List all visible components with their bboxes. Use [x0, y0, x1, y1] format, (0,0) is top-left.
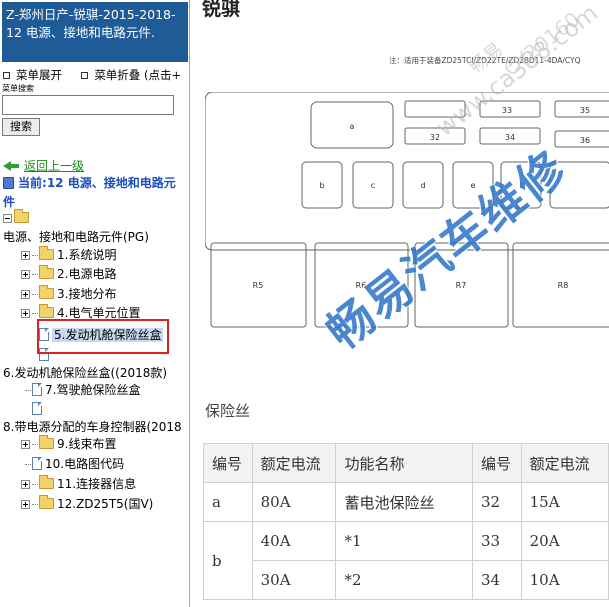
table-row: 30A *2 34 10A	[204, 560, 609, 600]
table-row: a 80A 蓄电池保险丝 32 15A	[203, 482, 609, 522]
highlight-box	[37, 319, 169, 354]
fuse-section-label: 保险丝	[205, 402, 251, 420]
tree-item[interactable]: 8.带电源分配的车身控制器(2018	[3, 418, 182, 436]
search-button[interactable]: 搜索	[2, 118, 40, 136]
svg-text:a: a	[350, 122, 355, 131]
search-input[interactable]	[2, 95, 174, 115]
menu-expand-link[interactable]: 菜单展开	[16, 68, 62, 82]
document-icon	[32, 402, 42, 415]
table-header-row: 编号 额定电流 功能名称 编号 额定电流	[203, 443, 609, 483]
table-header: 功能名称	[335, 443, 474, 483]
folder-icon	[39, 265, 54, 279]
folder-icon	[39, 246, 54, 260]
nav-frame: Z-郑州日产-锐骐-2015-2018- 12 电源、接地和电路元件. 菜单展开…	[0, 0, 190, 607]
expand-icon[interactable]	[21, 440, 30, 449]
collapse-icon[interactable]	[3, 214, 12, 223]
folder-icon	[39, 475, 54, 489]
computer-icon	[3, 177, 14, 189]
doc-heading: 锐骐	[202, 0, 241, 20]
tree-root-node[interactable]	[3, 209, 32, 227]
svg-text:b: b	[319, 181, 324, 190]
tree-item[interactable]: 11.连接器信息	[21, 475, 136, 493]
svg-text:36: 36	[580, 136, 590, 145]
back-arrow-icon	[3, 161, 20, 171]
tree-item[interactable]: 6.发动机舱保险丝盒((2018款)	[3, 364, 167, 382]
svg-text:R5: R5	[253, 281, 264, 290]
folder-icon	[14, 209, 29, 223]
tree-item[interactable]: 3.接地分布	[21, 285, 116, 303]
document-frame: 锐骐 注：适用于装备ZD25TCI/ZD22TE/ZD28D11-4DA/CYQ	[191, 0, 609, 607]
tree-item[interactable]: 7.驾驶舱保险丝盒	[25, 381, 140, 399]
svg-text:33: 33	[502, 106, 512, 115]
tree-item[interactable]: 12.ZD25T5(国V)	[21, 495, 153, 513]
document-icon	[32, 383, 42, 396]
expand-icon[interactable]	[21, 309, 30, 318]
table-header: 额定电流	[520, 443, 609, 483]
expand-icon[interactable]	[21, 290, 30, 299]
document-icon	[32, 457, 42, 470]
folder-icon	[39, 435, 54, 449]
folder-icon	[39, 304, 54, 318]
svg-text:35: 35	[580, 106, 590, 115]
folder-icon	[39, 285, 54, 299]
svg-text:32: 32	[430, 133, 440, 142]
tree-item[interactable]: 1.系统说明	[21, 246, 116, 264]
svg-text:R7: R7	[456, 281, 467, 290]
svg-text:R8: R8	[558, 281, 569, 290]
menu-toggle-bar: 菜单展开 菜单折叠 (点击+	[3, 67, 189, 83]
expand-icon[interactable]	[21, 500, 30, 509]
folder-icon	[39, 495, 54, 509]
menu-hint: (点击+	[143, 68, 182, 82]
tree-item[interactable]: 9.线束布置	[21, 435, 116, 453]
menu-collapse-icon[interactable]	[81, 72, 89, 79]
nav-title: Z-郑州日产-锐骐-2015-2018- 12 电源、接地和电路元件.	[2, 2, 188, 62]
svg-text:34: 34	[505, 133, 515, 142]
table-row: b 40A *1 33 20A	[203, 521, 609, 600]
current-location: 当前:12 电源、接地和电路元件	[3, 176, 176, 209]
table-header: 编号	[203, 443, 253, 483]
tree-root-label[interactable]: 电源、接地和电路元件(PG)	[3, 228, 149, 246]
tree-item[interactable]: 2.电源电路	[21, 265, 116, 283]
back-link[interactable]: 返回上一级	[3, 157, 84, 174]
menu-expand-icon[interactable]	[3, 72, 10, 79]
expand-icon[interactable]	[21, 480, 30, 489]
expand-icon[interactable]	[21, 251, 30, 260]
table-header: 编号	[472, 443, 522, 483]
fuse-table: 编号 额定电流 功能名称 编号 额定电流 a 80A 蓄电池保险丝 32 15A…	[203, 443, 609, 600]
expand-icon[interactable]	[21, 270, 30, 279]
tree-item-empty[interactable]	[32, 400, 45, 418]
tree-item[interactable]: 10.电路图代码	[25, 455, 124, 473]
table-header: 额定电流	[251, 443, 337, 483]
menu-collapse-link[interactable]: 菜单折叠	[94, 68, 140, 82]
svg-text:d: d	[420, 181, 425, 190]
search-label: 菜单搜索	[2, 84, 34, 93]
svg-text:c: c	[371, 181, 375, 190]
